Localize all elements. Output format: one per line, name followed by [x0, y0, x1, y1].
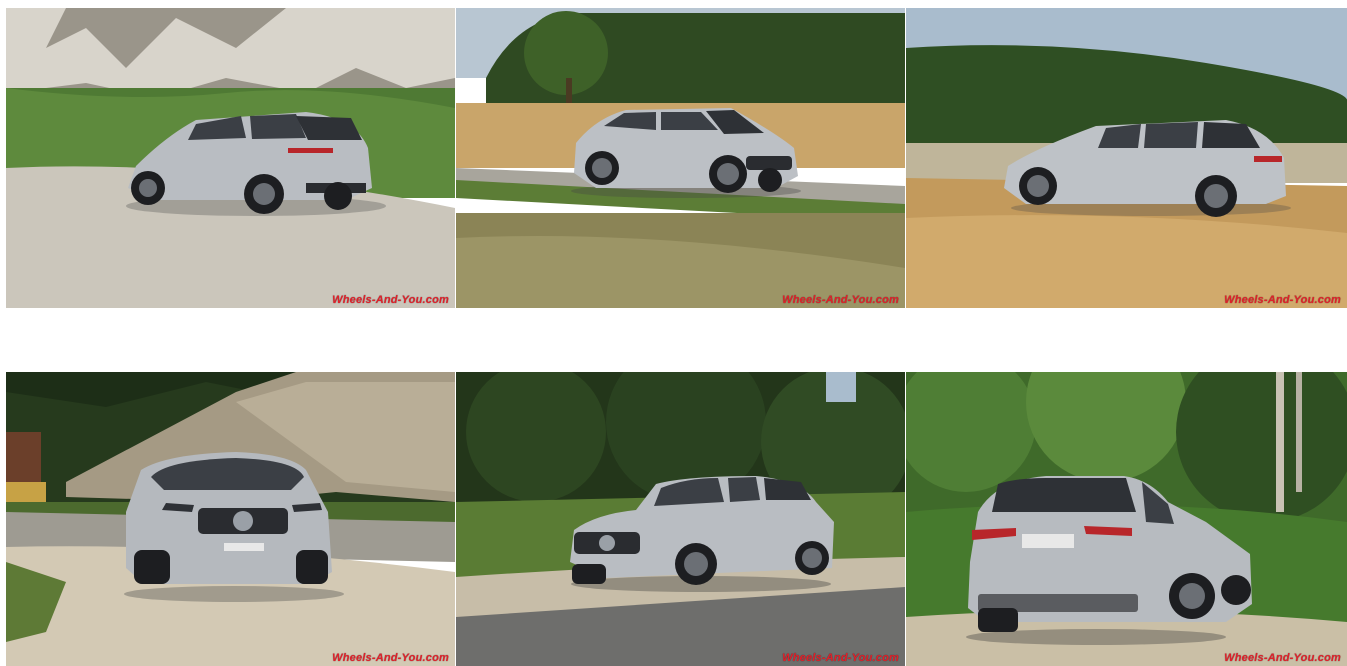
photo-1-watermark: Wheels-And-You.com [332, 294, 449, 306]
photo-3-watermark: Wheels-And-You.com [1224, 294, 1341, 306]
photo-4-image [6, 372, 455, 666]
gallery-photo-6[interactable]: Wheels-And-You.com [906, 372, 1347, 666]
photo-4-watermark: Wheels-And-You.com [332, 652, 449, 664]
photo-5-watermark: Wheels-And-You.com [782, 652, 899, 664]
photo-6-watermark: Wheels-And-You.com [1224, 652, 1341, 664]
gallery-photo-1[interactable]: Wheels-And-You.com [6, 8, 455, 308]
photo-6-image [906, 372, 1347, 666]
photo-2-image [456, 8, 905, 308]
photo-3-image [906, 8, 1347, 308]
photo-5-image [456, 372, 905, 666]
gallery-photo-2[interactable]: Wheels-And-You.com [456, 8, 905, 308]
photo-1-image [6, 8, 455, 308]
gallery-photo-4[interactable]: Wheels-And-You.com [6, 372, 455, 666]
photo-2-watermark: Wheels-And-You.com [782, 294, 899, 306]
gallery-photo-5[interactable]: Wheels-And-You.com [456, 372, 905, 666]
gallery-photo-3[interactable]: Wheels-And-You.com [906, 8, 1347, 308]
